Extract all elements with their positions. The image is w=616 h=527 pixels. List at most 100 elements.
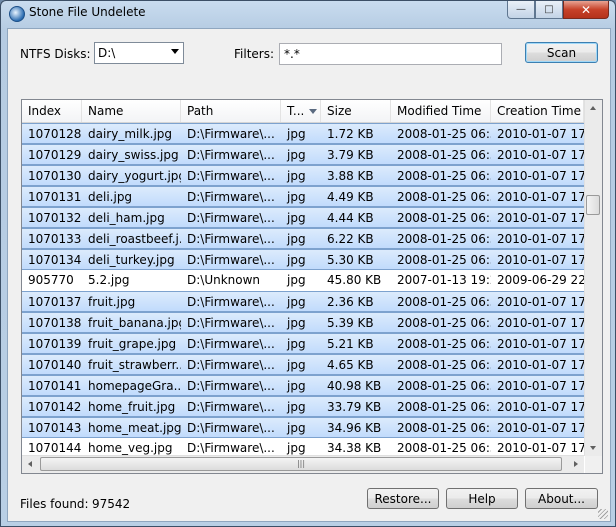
cell-modified: 2008-01-25 06:56 [397,295,491,309]
scroll-up-icon[interactable] [590,106,596,110]
cell-type: jpg [287,295,306,309]
cell-path: D:\Firmware\... [187,337,275,351]
cell-index: 905770 [28,273,74,287]
cell-created: 2010-01-07 17:5 [497,400,584,414]
cell-created: 2010-01-07 17:5 [497,211,584,225]
help-button[interactable]: Help [446,488,518,509]
horizontal-scroll-thumb[interactable]: ||| [40,457,562,471]
cell-modified: 2008-01-25 06:56 [397,316,491,330]
cell-created: 2009-06-29 22:3 [497,273,584,287]
cell-index: 1070132 [28,211,82,225]
table-row[interactable]: 1070140 fruit_strawberr... D:\Firmware\...… [22,354,584,375]
cell-name: fruit_banana.jpg [88,316,181,330]
table-row[interactable]: 1070129 dairy_swiss.jpg D:\Firmware\... jpg… [22,144,584,165]
cell-index: 1070139 [28,337,82,351]
scroll-left-icon[interactable] [28,461,32,467]
file-list[interactable]: Index Name Path T... Size Modified Time … [21,99,603,474]
cell-name: dairy_milk.jpg [88,127,173,141]
cell-created: 2010-01-07 17:5 [497,379,584,393]
col-header-modified[interactable]: Modified Time [391,100,491,122]
cell-name: home_meat.jpg [88,421,181,435]
vertical-scroll-thumb[interactable] [586,195,600,215]
col-header-type-label: T... [287,104,305,118]
scroll-corner [585,456,602,473]
cell-name: dairy_swiss.jpg [88,148,179,162]
cell-name: deli_turkey.jpg [88,253,175,267]
table-row[interactable]: 1070128 dairy_milk.jpg D:\Firmware\... jpg 1… [22,123,584,144]
cell-size: 4.49 KB [327,190,374,204]
cell-size: 3.79 KB [327,148,374,162]
table-row[interactable]: 1070143 home_meat.jpg D:\Firmware\... jpg 34… [22,417,584,438]
restore-button[interactable]: Restore... [367,488,439,509]
table-row[interactable]: 1070132 deli_ham.jpg D:\Firmware\... jpg 4.4… [22,207,584,228]
cell-name: deli_roastbeef.j... [88,232,181,246]
cell-path: D:\Firmware\... [187,190,275,204]
close-button[interactable]: ✕ [563,1,609,19]
col-header-name[interactable]: Name [82,100,181,122]
table-row[interactable]: 1070142 home_fruit.jpg D:\Firmware\... jpg 3… [22,396,584,417]
title-bar[interactable]: Stone File Undelete — □ ✕ [1,1,615,27]
cell-path: D:\Firmware\... [187,295,275,309]
cell-type: jpg [287,337,306,351]
cell-type: jpg [287,421,306,435]
cell-type: jpg [287,379,306,393]
scan-button[interactable]: Scan [525,42,598,63]
files-found-count: 97542 [92,497,131,511]
cell-type: jpg [287,273,306,287]
cell-created: 2010-01-07 17:5 [497,190,584,204]
cell-type: jpg [287,253,306,267]
col-header-path[interactable]: Path [181,100,281,122]
cell-path: D:\Firmware\... [187,127,275,141]
cell-name: fruit.jpg [88,295,136,309]
disk-select[interactable]: D:\ [94,42,184,64]
col-header-created[interactable]: Creation Time [491,100,584,122]
cell-path: D:\Firmware\... [187,169,275,183]
cell-type: jpg [287,169,306,183]
table-row[interactable]: 1070134 deli_turkey.jpg D:\Firmware\... jpg… [22,249,584,270]
cell-size: 33.79 KB [327,400,382,414]
cell-index: 1070138 [28,316,82,330]
cell-path: D:\Unknown [187,273,261,287]
table-row[interactable]: 1070139 fruit_grape.jpg D:\Firmware\... jpg… [22,333,584,354]
cell-index: 1070137 [28,295,82,309]
about-button[interactable]: About... [525,488,598,509]
cell-size: 5.21 KB [327,337,374,351]
col-header-index[interactable]: Index [22,100,82,122]
resize-grip-icon[interactable] [598,509,608,519]
minimize-button[interactable]: — [507,1,535,19]
cell-size: 4.65 KB [327,358,374,372]
vertical-scrollbar[interactable] [584,100,602,456]
table-row[interactable]: 1070131 deli.jpg D:\Firmware\... jpg 4.49 KB… [22,186,584,207]
cell-created: 2010-01-07 17:5 [497,232,584,246]
cell-path: D:\Firmware\... [187,253,275,267]
cell-type: jpg [287,211,306,225]
cell-size: 2.36 KB [327,295,374,309]
cell-created: 2010-01-07 17:5 [497,127,584,141]
cell-index: 1070142 [28,400,82,414]
cell-name: deli_ham.jpg [88,211,165,225]
cell-name: dairy_yogurt.jpg [88,169,181,183]
cell-created: 2010-01-07 17:5 [497,316,584,330]
col-header-type[interactable]: T... [281,100,321,122]
maximize-button[interactable]: □ [535,1,563,19]
cell-type: jpg [287,127,306,141]
cell-type: jpg [287,190,306,204]
scroll-right-icon[interactable] [574,461,578,467]
window-title: Stone File Undelete [29,5,146,19]
col-header-size[interactable]: Size [321,100,391,122]
scroll-down-icon[interactable] [590,446,596,450]
horizontal-scrollbar[interactable]: ||| [22,455,584,473]
cell-name: deli.jpg [88,190,133,204]
table-row[interactable]: 1070130 dairy_yogurt.jpg D:\Firmware\... jp… [22,165,584,186]
cell-path: D:\Firmware\... [187,379,275,393]
table-row[interactable]: 1070137 fruit.jpg D:\Firmware\... jpg 2.36 K… [22,291,584,312]
table-row[interactable]: 1070138 fruit_banana.jpg D:\Firmware\... jp… [22,312,584,333]
table-row[interactable]: 1070133 deli_roastbeef.j... D:\Firmware\..… [22,228,584,249]
table-row[interactable]: 905770 5.2.jpg D:\Unknown jpg 45.80 KB 2007-0… [22,270,584,291]
table-row[interactable]: 1070141 homepageGra... D:\Firmware\... jpg 4… [22,375,584,396]
filters-input[interactable]: *.* [279,43,502,65]
cell-index: 1070129 [28,148,82,162]
cell-type: jpg [287,358,306,372]
cell-type: jpg [287,232,306,246]
cell-type: jpg [287,400,306,414]
